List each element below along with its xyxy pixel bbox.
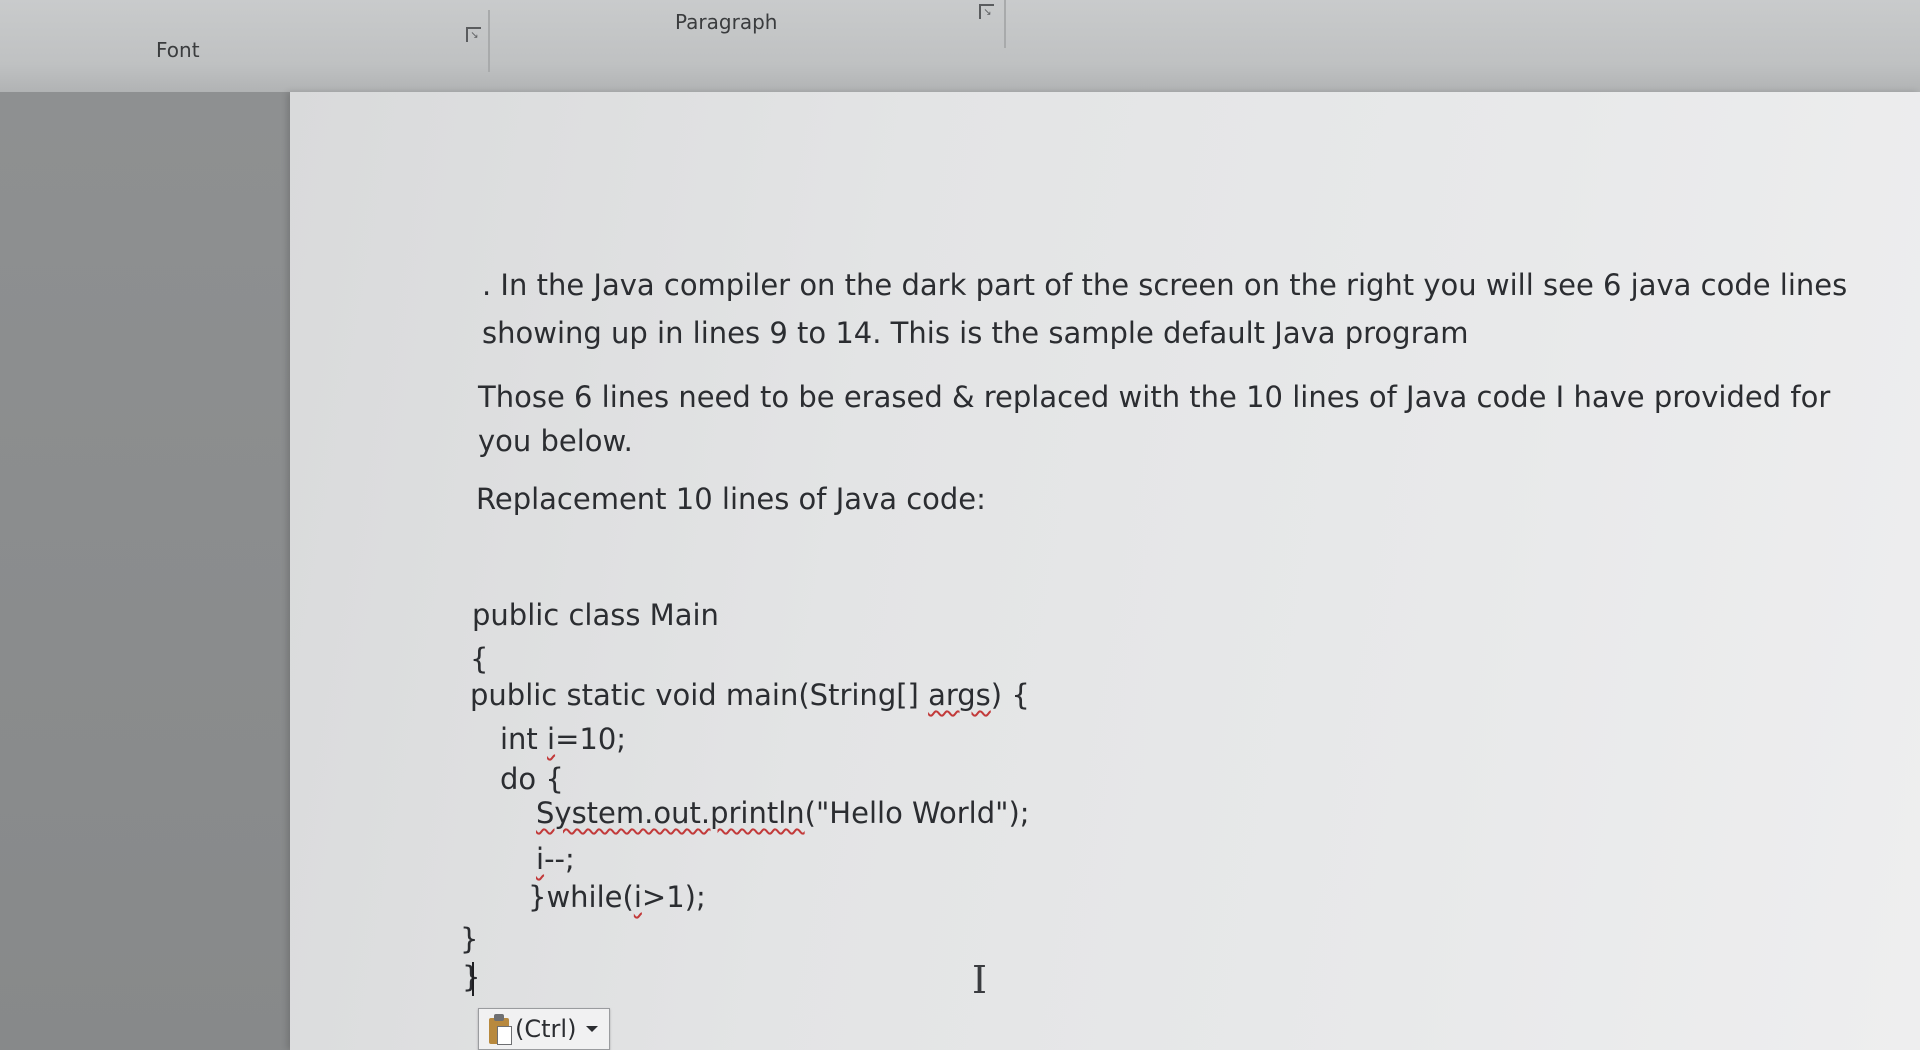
- font-group-label: Font: [156, 38, 200, 62]
- code-line-9: }: [460, 922, 479, 956]
- ibeam-mouse-cursor-icon: I: [972, 958, 988, 1002]
- code-line-1: public class Main: [472, 598, 719, 632]
- code-line-8-prefix: }while(: [528, 880, 634, 914]
- code-line-6: System.out.println("Hello World");: [536, 796, 1030, 830]
- paragraph-1-line-1: . In the Java compiler on the dark part …: [482, 268, 1848, 302]
- paragraph-2-line-2: you below.: [478, 424, 633, 458]
- ribbon-divider: [1004, 0, 1006, 48]
- code-line-8: }while(i>1);: [528, 880, 706, 914]
- code-line-7: i--;: [536, 842, 575, 876]
- code-line-5: do {: [500, 762, 564, 796]
- paragraph-group-label: Paragraph: [675, 10, 778, 34]
- font-dialog-launcher-icon[interactable]: ↘: [466, 27, 481, 42]
- code-line-4-prefix: int: [500, 722, 548, 756]
- paragraph-2-line-1: Those 6 lines need to be erased & replac…: [478, 380, 1831, 414]
- code-line-3-prefix: public static void main(String[]: [470, 678, 929, 712]
- code-line-2: {: [470, 642, 489, 676]
- spelling-error-system-out-println[interactable]: System.out.println: [536, 796, 805, 830]
- spelling-error-i[interactable]: i: [547, 722, 555, 756]
- code-line-3: public static void main(String[] args) {: [470, 678, 1030, 712]
- code-line-8-suffix: >1);: [641, 880, 706, 914]
- spelling-error-args[interactable]: args: [928, 678, 991, 712]
- paste-options-label: (Ctrl): [515, 1015, 577, 1043]
- chevron-down-icon: [586, 1026, 599, 1032]
- paragraph-dialog-launcher-icon[interactable]: ↘: [979, 4, 994, 19]
- code-line-7-suffix: --;: [544, 842, 575, 876]
- code-line-3-suffix: ) {: [990, 678, 1030, 712]
- code-line-6-args: ("Hello World");: [804, 796, 1030, 830]
- text-insertion-cursor: [472, 962, 474, 996]
- clipboard-paste-icon: [489, 1014, 512, 1045]
- paragraph-1-line-2: showing up in lines 9 to 14. This is the…: [482, 316, 1469, 350]
- paragraph-3: Replacement 10 lines of Java code:: [476, 482, 986, 516]
- ribbon: Font ↘ Paragraph ↘: [0, 0, 1920, 93]
- document-background: [0, 92, 290, 1050]
- spelling-error-i[interactable]: i: [634, 880, 642, 914]
- ribbon-divider: [488, 10, 490, 72]
- code-line-4: int i=10;: [500, 722, 626, 756]
- code-line-4-suffix: =10;: [555, 722, 627, 756]
- paste-options-button[interactable]: (Ctrl): [478, 1008, 610, 1050]
- screen: Font ↘ Paragraph ↘ . In the Java compile…: [0, 0, 1920, 1050]
- spelling-error-i[interactable]: i: [536, 842, 544, 876]
